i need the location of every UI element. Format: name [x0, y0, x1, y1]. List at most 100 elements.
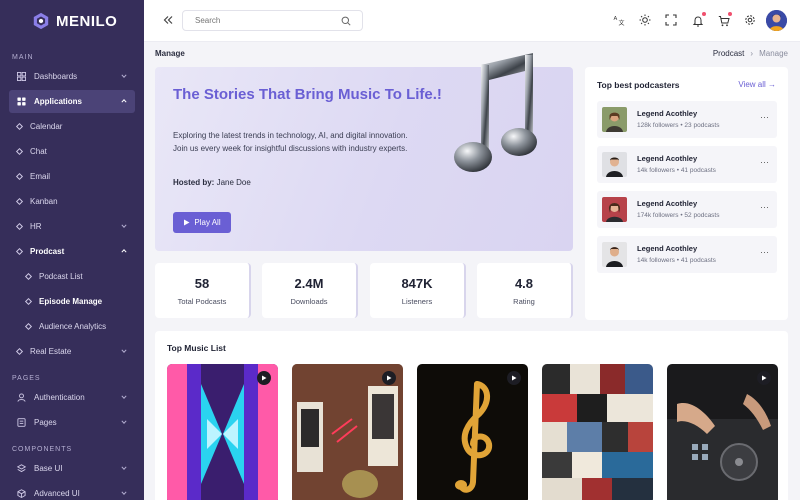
more-options-icon[interactable]: ···: [760, 157, 769, 167]
section-title-main: MAIN: [12, 54, 34, 61]
search-input[interactable]: [183, 16, 333, 25]
stat-label: Listeners: [401, 297, 433, 306]
sidebar-item-label: Email: [30, 172, 51, 181]
podcaster-row[interactable]: Legend Acothley 128k followers • 23 podc…: [597, 101, 777, 138]
sidebar-item-podcast-list[interactable]: Podcast List: [9, 265, 135, 288]
tile-play-button[interactable]: [257, 371, 271, 385]
sidebar-item-label: Pages: [34, 418, 57, 427]
pages-icon: [16, 418, 26, 428]
chevron-down-icon: [121, 395, 127, 399]
collapse-sidebar-icon[interactable]: [162, 14, 174, 26]
translate-icon[interactable]: A 文: [613, 14, 625, 26]
podcaster-row[interactable]: Legend Acothley 174k followers • 52 podc…: [597, 191, 777, 228]
sidebar-item-dashboards[interactable]: Dashboards: [9, 65, 135, 88]
sidebar-item-label: HR: [30, 222, 42, 231]
breadcrumb-separator: ›: [750, 49, 754, 58]
sidebar-item-episode-manage[interactable]: Episode Manage: [9, 290, 135, 313]
diamond-bullet-icon: [15, 197, 24, 206]
sidebar-item-label: Advanced UI: [34, 489, 80, 498]
music-tile[interactable]: [292, 364, 403, 500]
sidebar-item-label: Applications: [34, 97, 83, 106]
user-icon: [16, 393, 26, 403]
stat-label: Rating: [513, 297, 535, 306]
sidebar-item-base-ui[interactable]: Base UI: [9, 457, 135, 480]
music-note-illustration: [454, 53, 537, 172]
sidebar-item-label: Kanban: [30, 197, 58, 206]
tile-play-button[interactable]: [757, 371, 771, 385]
notification-button[interactable]: [692, 12, 706, 27]
top-podcasters-card: Top best podcasters View all → Legend Ac…: [585, 67, 788, 320]
cart-button[interactable]: [718, 12, 732, 27]
chevron-down-icon: [121, 420, 127, 424]
stat-value: 58: [194, 276, 210, 291]
breadcrumb-parent-link[interactable]: Prodcast: [713, 49, 745, 58]
podcaster-meta: 14k followers • 41 podcasts: [637, 257, 716, 264]
chevron-down-icon: [121, 224, 127, 228]
sidebar-item-chat[interactable]: Chat: [9, 140, 135, 163]
podcaster-name: Legend Acothley: [637, 199, 698, 208]
diamond-bullet-icon: [15, 247, 24, 256]
play-all-button[interactable]: Play All: [173, 212, 231, 233]
sidebar-item-label: Chat: [30, 147, 47, 156]
more-options-icon[interactable]: ···: [760, 112, 769, 122]
sidebar-item-kanban[interactable]: Kanban: [9, 190, 135, 213]
play-icon: [262, 375, 267, 381]
more-options-icon[interactable]: ···: [760, 247, 769, 257]
tile-play-button[interactable]: [507, 371, 521, 385]
section-title-components: COMPONENTS: [12, 446, 73, 453]
sidebar-item-label: Authentication: [34, 393, 85, 402]
play-icon: [184, 219, 190, 226]
apps-icon: [16, 97, 26, 107]
podcaster-avatar: [602, 152, 627, 177]
fullscreen-icon[interactable]: [665, 14, 677, 26]
podcaster-name: Legend Acothley: [637, 154, 698, 163]
podcaster-row[interactable]: Legend Acothley 14k followers • 41 podca…: [597, 146, 777, 183]
brand[interactable]: MENILO: [0, 0, 144, 42]
music-tile[interactable]: [417, 364, 528, 500]
music-tile[interactable]: [667, 364, 778, 500]
search-icon[interactable]: [341, 16, 351, 26]
tile-play-button[interactable]: [382, 371, 396, 385]
sidebar-item-label: Prodcast: [30, 247, 65, 256]
sun-icon[interactable]: [639, 14, 651, 26]
sidebar-item-email[interactable]: Email: [9, 165, 135, 188]
sidebar-item-label: Calendar: [30, 122, 63, 131]
sidebar-item-authentication[interactable]: Authentication: [9, 386, 135, 409]
svg-text:文: 文: [619, 19, 625, 26]
music-tile[interactable]: [542, 364, 653, 500]
sidebar-item-label: Episode Manage: [39, 297, 103, 306]
diamond-bullet-icon: [15, 172, 24, 181]
more-options-icon[interactable]: ···: [760, 202, 769, 212]
podcaster-avatar: [602, 242, 627, 267]
sidebar-item-calendar[interactable]: Calendar: [9, 115, 135, 138]
music-cover-image: [542, 364, 653, 500]
user-avatar[interactable]: [766, 10, 787, 31]
hero-banner: The Stories That Bring Music To Life.! E…: [155, 53, 573, 251]
gear-icon[interactable]: [744, 14, 756, 26]
hero-description: Exploring the latest trends in technolog…: [173, 131, 408, 153]
podcaster-meta: 174k followers • 52 podcasts: [637, 212, 720, 219]
view-all-link[interactable]: View all →: [738, 80, 776, 89]
stat-value: 2.4M: [294, 276, 324, 291]
brand-name: MENILO: [56, 12, 118, 30]
podcaster-avatar: [602, 107, 627, 132]
sidebar-item-advanced-ui[interactable]: Advanced UI: [9, 482, 135, 500]
sidebar-item-hr[interactable]: HR: [9, 215, 135, 238]
stat-rating: 4.8 Rating: [477, 263, 573, 318]
sidebar-item-audience-analytics[interactable]: Audience Analytics: [9, 315, 135, 338]
sidebar-item-real-estate[interactable]: Real Estate: [9, 340, 135, 363]
chevron-down-icon: [121, 491, 127, 495]
diamond-bullet-icon: [24, 297, 33, 306]
sidebar-item-pages[interactable]: Pages: [9, 411, 135, 434]
music-tile[interactable]: [167, 364, 278, 500]
sidebar-item-prodcast[interactable]: Prodcast: [9, 240, 135, 263]
podcaster-meta: 14k followers • 41 podcasts: [637, 167, 716, 174]
diamond-bullet-icon: [24, 272, 33, 281]
dashboard-icon: [16, 72, 26, 82]
sidebar-item-applications[interactable]: Applications: [9, 90, 135, 113]
podcaster-name: Legend Acothley: [637, 109, 698, 118]
podcaster-row[interactable]: Legend Acothley 14k followers • 41 podca…: [597, 236, 777, 273]
stat-label: Total Podcasts: [177, 297, 227, 306]
page-title: Manage: [155, 49, 185, 58]
sidebar-item-label: Podcast List: [39, 272, 83, 281]
